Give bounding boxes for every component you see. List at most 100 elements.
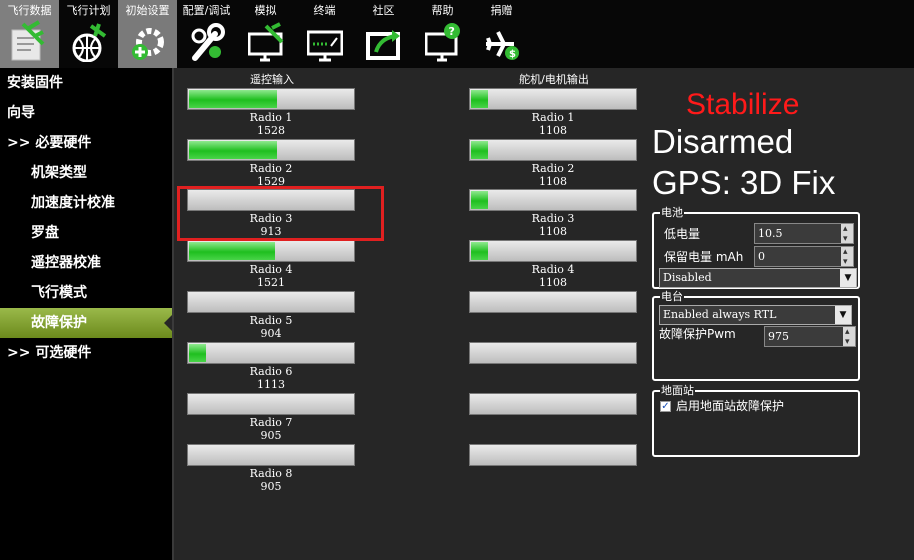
battery-group: 电池 低电量 10.5 保留电量 mAh 0 Disabled ▼ [652, 206, 860, 289]
toolbar-label: 社区 [372, 4, 395, 17]
help-monitor-icon: ? [425, 23, 460, 62]
radio-in-channel-name-1: Radio 1 [249, 111, 293, 124]
servo-out-channel-value-2: 1108 [539, 175, 567, 188]
radio-in-bar-fill-6 [189, 344, 206, 362]
radio-in-bar-1 [187, 88, 355, 110]
servo-out-bar-8 [469, 444, 637, 466]
radio-in-channel-name-6: Radio 6 [249, 365, 293, 378]
radio-in-channel-name-7: Radio 7 [249, 416, 293, 429]
gcs-group-title: 地面站 [660, 384, 695, 397]
config-tuning-wrench-icon [191, 23, 225, 61]
radio-in-bar-5 [187, 291, 355, 313]
radio-in-bar-2 [187, 139, 355, 161]
gcs-failsafe-group: 地面站 ✓ 启用地面站故障保护 [652, 384, 860, 457]
radio-in-channel-name-8: Radio 8 [249, 467, 293, 480]
flight-plan-globe-icon [72, 23, 107, 62]
servo-out-bar-fill-2 [471, 141, 488, 159]
servo-out-bar-1 [469, 88, 637, 110]
servo-out-channel-name-2: Radio 2 [531, 162, 575, 175]
servo-out-channel-value-4: 1108 [539, 276, 567, 289]
simulation-monitor-icon [248, 22, 284, 62]
sidebar-item-install-firmware[interactable]: 安装固件 [0, 68, 172, 98]
low-battery-input[interactable]: 10.5 [754, 220, 854, 249]
servo-out-bar-3 [469, 189, 637, 211]
radio-failsafe-group: 电台 Enabled always RTL ▼ 故障保护Pwm 975 [652, 290, 860, 381]
toolbar-help[interactable]: 帮助 ? [413, 0, 472, 68]
battery-group-title: 电池 [660, 206, 684, 219]
reserve-mah-label: 保留电量 mAh [664, 250, 744, 264]
toolbar-config-tuning[interactable]: 配置/调试 [177, 0, 236, 68]
failsafe-pwm-spinner[interactable] [843, 323, 855, 352]
gcs-failsafe-label: 启用地面站故障保护 [676, 399, 785, 413]
servo-out-bar-fill-4 [471, 242, 488, 260]
main-toolbar: 飞行数据 飞行计划 初始设置 配置/调试 模拟 终端 社区 帮助 ? 捐赠 $ [0, 0, 914, 68]
sidebar-item-radio-calibration[interactable]: 遥控器校准 [0, 248, 172, 278]
radio-in-channel-value-8: 905 [260, 480, 282, 493]
toolbar-label: 终端 [313, 4, 336, 17]
servo-out-bar-4 [469, 240, 637, 262]
radio-in-channel-value-7: 905 [260, 429, 282, 442]
toolbar-label: 捐赠 [490, 4, 513, 17]
radio-3-highlight-box [177, 186, 384, 241]
servo-out-channel-name-1: Radio 1 [531, 111, 575, 124]
sidebar-item-mandatory-hardware[interactable]: >> 必要硬件 [0, 128, 172, 158]
toolbar-label: 配置/调试 [182, 4, 231, 17]
sidebar-divider [172, 68, 174, 560]
servo-out-channel-value-3: 1108 [539, 225, 567, 238]
setup-sidebar: 安装固件 向导 >> 必要硬件 机架类型 加速度计校准 罗盘 遥控器校准 飞行模… [0, 68, 172, 560]
toolbar-initial-setup[interactable]: 初始设置 [118, 0, 177, 68]
initial-setup-gear-icon [132, 28, 164, 60]
toolbar-flight-data[interactable]: 飞行数据 [0, 0, 59, 68]
toolbar-donate[interactable]: 捐赠 $ [472, 0, 531, 68]
toolbar-flight-plan[interactable]: 飞行计划 [59, 0, 118, 68]
toolbar-label: 初始设置 [125, 4, 170, 17]
radio-failsafe-action-select[interactable]: Enabled always RTL ▼ [659, 305, 852, 325]
radio-failsafe-action-value: Enabled always RTL [663, 308, 777, 321]
gcs-failsafe-checkbox[interactable]: ✓ [660, 401, 671, 412]
servo-output-title: 舵机/电机输出 [519, 73, 589, 86]
servo-out-bar-2 [469, 139, 637, 161]
servo-out-bar-7 [469, 393, 637, 415]
sidebar-item-compass[interactable]: 罗盘 [0, 218, 172, 248]
battery-action-value: Disabled [663, 271, 712, 284]
radio-in-bar-7 [187, 393, 355, 415]
servo-out-bar-fill-1 [471, 90, 488, 108]
radio-in-bar-8 [187, 444, 355, 466]
radio-in-channel-value-6: 1113 [257, 378, 285, 391]
failsafe-pwm-input[interactable]: 975 [764, 323, 856, 352]
low-battery-spinner[interactable] [841, 220, 853, 249]
community-share-icon [366, 30, 400, 60]
terminal-monitor-icon [307, 30, 343, 62]
servo-out-bar-6 [469, 342, 637, 364]
servo-out-bar-5 [469, 291, 637, 313]
sidebar-item-flight-modes[interactable]: 飞行模式 [0, 278, 172, 308]
low-battery-value: 10.5 [758, 227, 783, 240]
chevron-down-icon: ▼ [840, 269, 856, 287]
toolbar-simulation[interactable]: 模拟 [236, 0, 295, 68]
battery-action-select[interactable]: Disabled ▼ [659, 268, 857, 288]
servo-out-channel-name-3: Radio 3 [531, 212, 575, 225]
svg-text:$: $ [509, 49, 516, 60]
radio-in-bar-fill-1 [189, 90, 277, 108]
radio-in-channel-value-1: 1528 [257, 124, 285, 137]
sidebar-item-frame-type[interactable]: 机架类型 [0, 158, 172, 188]
toolbar-terminal[interactable]: 终端 [295, 0, 354, 68]
radio-in-channel-name-5: Radio 5 [249, 314, 293, 327]
low-battery-label: 低电量 [664, 227, 701, 241]
sidebar-item-optional-hardware[interactable]: >> 可选硬件 [0, 338, 172, 368]
sidebar-item-failsafe[interactable]: 故障保护 [0, 308, 172, 338]
failsafe-pwm-value: 975 [768, 330, 789, 343]
reserve-mah-input[interactable]: 0 [754, 243, 854, 272]
toolbar-label: 飞行数据 [7, 4, 52, 17]
reserve-mah-value: 0 [758, 250, 765, 263]
radio-in-bar-fill-4 [189, 242, 275, 260]
toolbar-community[interactable]: 社区 [354, 0, 413, 68]
sidebar-item-wizard[interactable]: 向导 [0, 98, 172, 128]
servo-out-channel-value-1: 1108 [539, 124, 567, 137]
failsafe-pwm-label: 故障保护Pwm [659, 327, 736, 341]
armed-status: Disarmed [652, 123, 794, 160]
radio-in-bar-fill-2 [189, 141, 277, 159]
reserve-mah-spinner[interactable] [841, 243, 853, 272]
servo-out-channel-name-4: Radio 4 [531, 263, 575, 276]
sidebar-item-accel-calibration[interactable]: 加速度计校准 [0, 188, 172, 218]
